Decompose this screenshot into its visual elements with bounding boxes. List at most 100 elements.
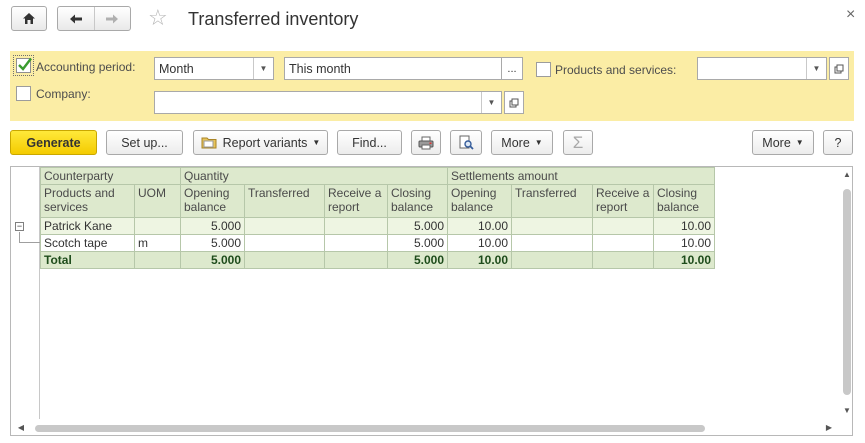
grouping-gutter — [11, 167, 40, 419]
products-label: Products and services: — [555, 63, 677, 77]
cell-uom[interactable]: m — [134, 234, 181, 252]
print-preview-button[interactable] — [450, 130, 482, 155]
printer-icon — [418, 136, 434, 149]
company-checkbox[interactable] — [16, 86, 31, 101]
cell-q-closing[interactable]: 5.000 — [387, 234, 448, 252]
cell-s-opening[interactable]: 10.00 — [447, 234, 512, 252]
collapse-group-icon[interactable]: − — [15, 222, 24, 231]
cell-uom[interactable] — [134, 217, 181, 235]
cell-q-opening[interactable]: 5.000 — [180, 217, 245, 235]
dropdown-icon: ▼ — [312, 138, 321, 147]
cell-s-receive[interactable] — [592, 217, 654, 235]
header-q-opening: Opening balance — [180, 184, 245, 218]
more-button[interactable]: More ▼ — [491, 130, 553, 155]
scroll-left-icon[interactable]: ◀ — [15, 422, 27, 434]
total-row[interactable]: Total 5.000 5.000 10.00 10.00 — [40, 251, 715, 269]
accounting-period-checkbox[interactable] — [13, 55, 34, 76]
scroll-up-icon[interactable]: ▲ — [841, 169, 853, 181]
header-counterparty: Counterparty — [40, 167, 181, 185]
cell-name[interactable]: Total — [40, 251, 135, 269]
header-s-transferred: Transferred — [511, 184, 593, 218]
setup-button[interactable]: Set up... — [106, 130, 183, 155]
company-open-button[interactable] — [504, 91, 524, 114]
filter-panel: Accounting period: Month ▼ This month ..… — [10, 51, 854, 121]
period-type-select[interactable]: Month ▼ — [154, 57, 274, 80]
cell-q-closing[interactable]: 5.000 — [387, 217, 448, 235]
report-window: ☆ Transferred inventory × Accounting per… — [0, 0, 865, 443]
close-icon[interactable]: × — [846, 6, 855, 24]
header-quantity: Quantity — [180, 167, 448, 185]
navigation-arrows — [57, 6, 131, 31]
cell-s-opening[interactable]: 10.00 — [447, 251, 512, 269]
cell-q-receive[interactable] — [324, 234, 388, 252]
cell-q-receive[interactable] — [324, 217, 388, 235]
dropdown-icon[interactable]: ▼ — [481, 92, 501, 113]
header-q-transferred: Transferred — [244, 184, 325, 218]
vertical-scrollbar[interactable]: ▲ ▼ — [841, 167, 853, 419]
cell-s-closing[interactable]: 10.00 — [653, 217, 715, 235]
page-title: Transferred inventory — [188, 9, 359, 29]
find-button[interactable]: Find... — [337, 130, 402, 155]
products-field[interactable]: ▼ — [697, 57, 827, 80]
forward-button[interactable] — [93, 7, 130, 30]
dropdown-icon: ▼ — [795, 138, 804, 147]
period-value-field[interactable]: This month — [284, 57, 502, 80]
cell-uom[interactable] — [134, 251, 181, 269]
cell-s-transferred[interactable] — [511, 217, 593, 235]
tree-line — [19, 232, 20, 242]
dropdown-icon[interactable]: ▼ — [806, 58, 826, 79]
cell-q-transferred[interactable] — [244, 234, 325, 252]
report-variants-button[interactable]: Report variants ▼ — [193, 130, 328, 155]
cell-s-transferred[interactable] — [511, 234, 593, 252]
products-checkbox[interactable] — [536, 62, 551, 77]
header-uom: UOM — [134, 184, 181, 218]
scroll-thumb[interactable] — [35, 425, 705, 432]
home-button[interactable] — [11, 6, 47, 31]
cell-s-transferred[interactable] — [511, 251, 593, 269]
cell-s-closing[interactable]: 10.00 — [653, 234, 715, 252]
period-choose-button[interactable]: ... — [501, 57, 523, 80]
group-row[interactable]: Patrick Kane 5.000 5.000 10.00 10.00 — [40, 217, 715, 235]
horizontal-scrollbar[interactable]: ◀ ▶ — [11, 422, 841, 434]
cell-q-opening[interactable]: 5.000 — [180, 234, 245, 252]
cell-s-closing[interactable]: 10.00 — [653, 251, 715, 269]
dropdown-icon[interactable]: ▼ — [253, 58, 273, 79]
detail-row[interactable]: Scotch tape m 5.000 5.000 10.00 10.00 — [40, 234, 715, 252]
report-variants-label: Report variants — [222, 135, 308, 150]
cell-s-receive[interactable] — [592, 234, 654, 252]
header-products: Products and services — [40, 184, 135, 218]
cell-q-transferred[interactable] — [244, 217, 325, 235]
tree-line — [19, 242, 40, 243]
cell-q-closing[interactable]: 5.000 — [387, 251, 448, 269]
company-label: Company: — [36, 87, 91, 101]
print-button[interactable] — [411, 130, 441, 155]
cell-q-receive[interactable] — [324, 251, 388, 269]
cell-s-receive[interactable] — [592, 251, 654, 269]
accounting-period-label: Accounting period: — [36, 60, 136, 74]
scroll-right-icon[interactable]: ▶ — [823, 422, 835, 434]
products-open-button[interactable] — [829, 57, 849, 80]
header-q-closing: Closing balance — [387, 184, 448, 218]
more-label: More — [501, 135, 530, 150]
generate-button[interactable]: Generate — [10, 130, 97, 155]
help-button[interactable]: ? — [823, 130, 853, 155]
star-icon[interactable]: ☆ — [148, 7, 168, 29]
cell-q-opening[interactable]: 5.000 — [180, 251, 245, 269]
period-type-value: Month — [159, 61, 194, 76]
header-s-opening: Opening balance — [447, 184, 512, 218]
cell-q-transferred[interactable] — [244, 251, 325, 269]
cell-name[interactable]: Scotch tape — [40, 234, 135, 252]
scroll-thumb[interactable] — [843, 189, 851, 395]
arrow-left-icon — [69, 14, 82, 23]
back-button[interactable] — [58, 7, 94, 30]
sum-button[interactable]: Σ — [563, 130, 593, 155]
more-right-button[interactable]: More ▼ — [752, 130, 814, 155]
more-right-label: More — [762, 135, 791, 150]
company-field[interactable]: ▼ — [154, 91, 502, 114]
cell-name[interactable]: Patrick Kane — [40, 217, 135, 235]
header-s-receive: Receive a report — [592, 184, 654, 218]
cell-s-opening[interactable]: 10.00 — [447, 217, 512, 235]
open-window-icon — [834, 64, 844, 73]
scroll-down-icon[interactable]: ▼ — [841, 405, 853, 417]
open-window-icon — [509, 98, 519, 107]
